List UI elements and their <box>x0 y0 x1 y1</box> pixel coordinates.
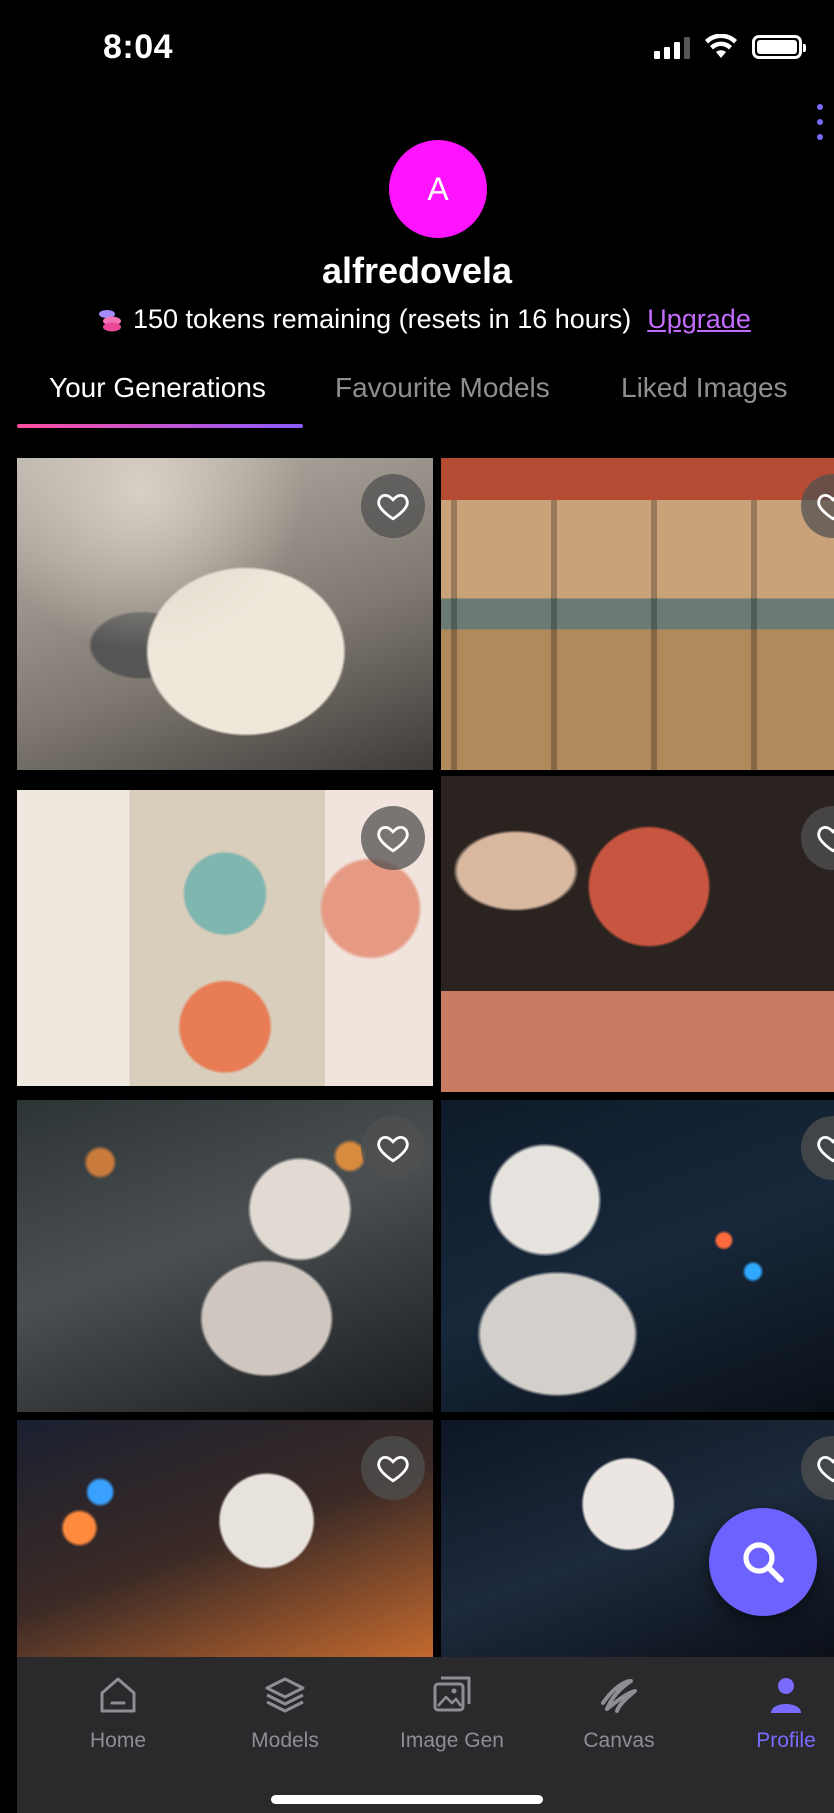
coins-icon <box>99 309 121 331</box>
bottom-navigation: Home Models Image Gen Canvas Profile <box>17 1657 834 1813</box>
like-button[interactable] <box>361 806 425 870</box>
status-icons <box>654 34 806 60</box>
gallery-item[interactable] <box>441 776 834 1092</box>
person-icon <box>771 1678 801 1713</box>
heart-icon <box>817 1135 834 1163</box>
username: alfredovela <box>321 250 513 291</box>
generated-image <box>441 1100 834 1412</box>
brush-icon <box>601 1679 637 1713</box>
tab-liked-images[interactable]: Liked Images <box>621 372 788 404</box>
cellular-signal-icon <box>654 35 690 59</box>
gallery-item[interactable] <box>441 1100 834 1412</box>
app-screen: 8:04 A alfredovela 150 tokens remaining … <box>17 0 834 1813</box>
tokens-remaining-text: 150 tokens remaining (resets in 16 hours… <box>133 304 632 334</box>
tab-favourite-models[interactable]: Favourite Models <box>335 372 550 404</box>
nav-label: Image Gen <box>400 1729 504 1752</box>
avatar: A <box>389 140 487 238</box>
nav-label: Home <box>89 1729 147 1752</box>
avatar-initial: A <box>427 170 449 207</box>
status-time: 8:04 <box>103 28 174 66</box>
wifi-icon <box>705 34 737 58</box>
heart-icon <box>817 825 834 853</box>
generated-image <box>441 458 834 770</box>
layers-icon <box>265 1677 305 1713</box>
upgrade-link[interactable]: Upgrade <box>647 304 751 335</box>
images-icon <box>433 1676 471 1712</box>
heart-icon <box>377 1135 409 1163</box>
home-icon <box>100 1677 136 1713</box>
tab-your-generations[interactable]: Your Generations <box>49 372 266 404</box>
more-options-button[interactable] <box>814 104 826 140</box>
tokens-status: 150 tokens remaining (resets in 16 hours… <box>97 304 751 335</box>
battery-icon <box>752 35 806 59</box>
active-tab-indicator <box>17 424 303 428</box>
gallery-item[interactable] <box>17 458 433 770</box>
like-button[interactable] <box>361 1116 425 1180</box>
generated-image <box>441 776 834 1092</box>
search-icon <box>743 1542 784 1583</box>
nav-image-gen[interactable]: Image Gen <box>372 1673 532 1753</box>
heart-icon <box>817 1455 834 1483</box>
heart-icon <box>377 1455 409 1483</box>
gallery-item[interactable] <box>17 1100 433 1412</box>
like-button[interactable] <box>361 1436 425 1500</box>
nav-label: Profile <box>756 1729 816 1752</box>
nav-home[interactable]: Home <box>38 1673 198 1753</box>
home-indicator <box>271 1795 543 1804</box>
gallery-item[interactable] <box>441 458 834 770</box>
nav-label: Canvas <box>583 1729 655 1752</box>
like-button[interactable] <box>361 474 425 538</box>
nav-canvas[interactable]: Canvas <box>539 1673 699 1753</box>
status-bar: 8:04 <box>17 0 834 100</box>
nav-profile[interactable]: Profile <box>706 1673 834 1753</box>
gallery-item[interactable] <box>17 790 433 1086</box>
heart-icon <box>377 493 409 521</box>
gallery-item[interactable] <box>17 1420 433 1660</box>
heart-icon <box>377 825 409 853</box>
nav-label: Models <box>251 1729 319 1752</box>
profile-tabs: Your Generations Favourite Models Liked … <box>17 372 834 428</box>
heart-icon <box>817 493 834 521</box>
search-button[interactable] <box>709 1508 817 1616</box>
nav-models[interactable]: Models <box>205 1673 365 1753</box>
